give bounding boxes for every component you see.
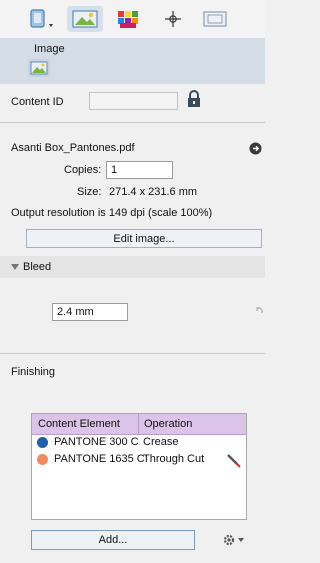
registration-mark-button[interactable] [156, 6, 190, 32]
size-value: 271.4 x 231.6 mm [109, 186, 198, 198]
column-header-content-element[interactable]: Content Element [38, 418, 120, 430]
color-swatches-icon [118, 11, 138, 28]
page-frame-icon [203, 11, 227, 27]
color-swatches-button[interactable] [111, 6, 145, 32]
column-divider [138, 414, 139, 434]
bleed-input[interactable] [52, 303, 128, 321]
image-tab-label: Image [34, 43, 65, 55]
table-header: Content Element Operation [32, 414, 246, 435]
gear-icon [223, 534, 244, 546]
finishing-table: Content Element Operation PANTONE 300 C … [31, 413, 247, 520]
divider [0, 122, 265, 123]
color-swatch-icon [37, 437, 48, 448]
divider [0, 353, 265, 354]
row-content-element: PANTONE 300 C [54, 436, 139, 448]
document-properties-button[interactable] [26, 6, 60, 32]
image-icon [30, 61, 48, 75]
image-tab-button[interactable] [67, 6, 103, 32]
file-name: Asanti Box_Pantones.pdf [11, 142, 135, 154]
content-id-input[interactable] [89, 92, 178, 110]
knife-icon[interactable] [226, 452, 242, 471]
lock-button[interactable] [186, 90, 202, 111]
disclosure-triangle-icon [11, 262, 19, 274]
lock-icon [188, 90, 200, 107]
arrow-right-circle-icon [249, 142, 262, 155]
document-properties-icon [30, 9, 53, 28]
size-label: Size: [77, 186, 102, 198]
table-row[interactable]: PANTONE 1635 C Through Cut [32, 452, 246, 468]
registration-mark-icon [165, 11, 181, 27]
bleed-label: Bleed [23, 261, 52, 273]
file-navigate-button[interactable] [249, 142, 262, 158]
panel-toolbar [0, 0, 265, 38]
image-subtab[interactable] [28, 59, 50, 77]
undo-icon [256, 307, 263, 314]
column-header-operation[interactable]: Operation [144, 418, 192, 430]
copies-input[interactable] [106, 161, 173, 179]
color-swatch-icon [37, 454, 48, 465]
settings-menu-button[interactable] [222, 533, 246, 550]
copies-label: Copies: [64, 164, 102, 176]
image-icon [72, 10, 98, 28]
edit-image-button[interactable]: Edit image... [26, 229, 262, 248]
resolution-text: Output resolution is 149 dpi (scale 100%… [11, 207, 213, 219]
finishing-label: Finishing [11, 366, 56, 378]
row-operation: Crease [143, 436, 179, 448]
row-content-element: PANTONE 1635 C [54, 453, 145, 465]
undo-button[interactable] [254, 305, 264, 318]
add-button[interactable]: Add... [31, 530, 195, 550]
page-frame-button[interactable] [198, 6, 232, 32]
table-row[interactable]: PANTONE 300 C Crease [32, 435, 246, 451]
content-id-label: Content ID [11, 96, 64, 108]
row-operation: Through Cut [143, 453, 205, 465]
